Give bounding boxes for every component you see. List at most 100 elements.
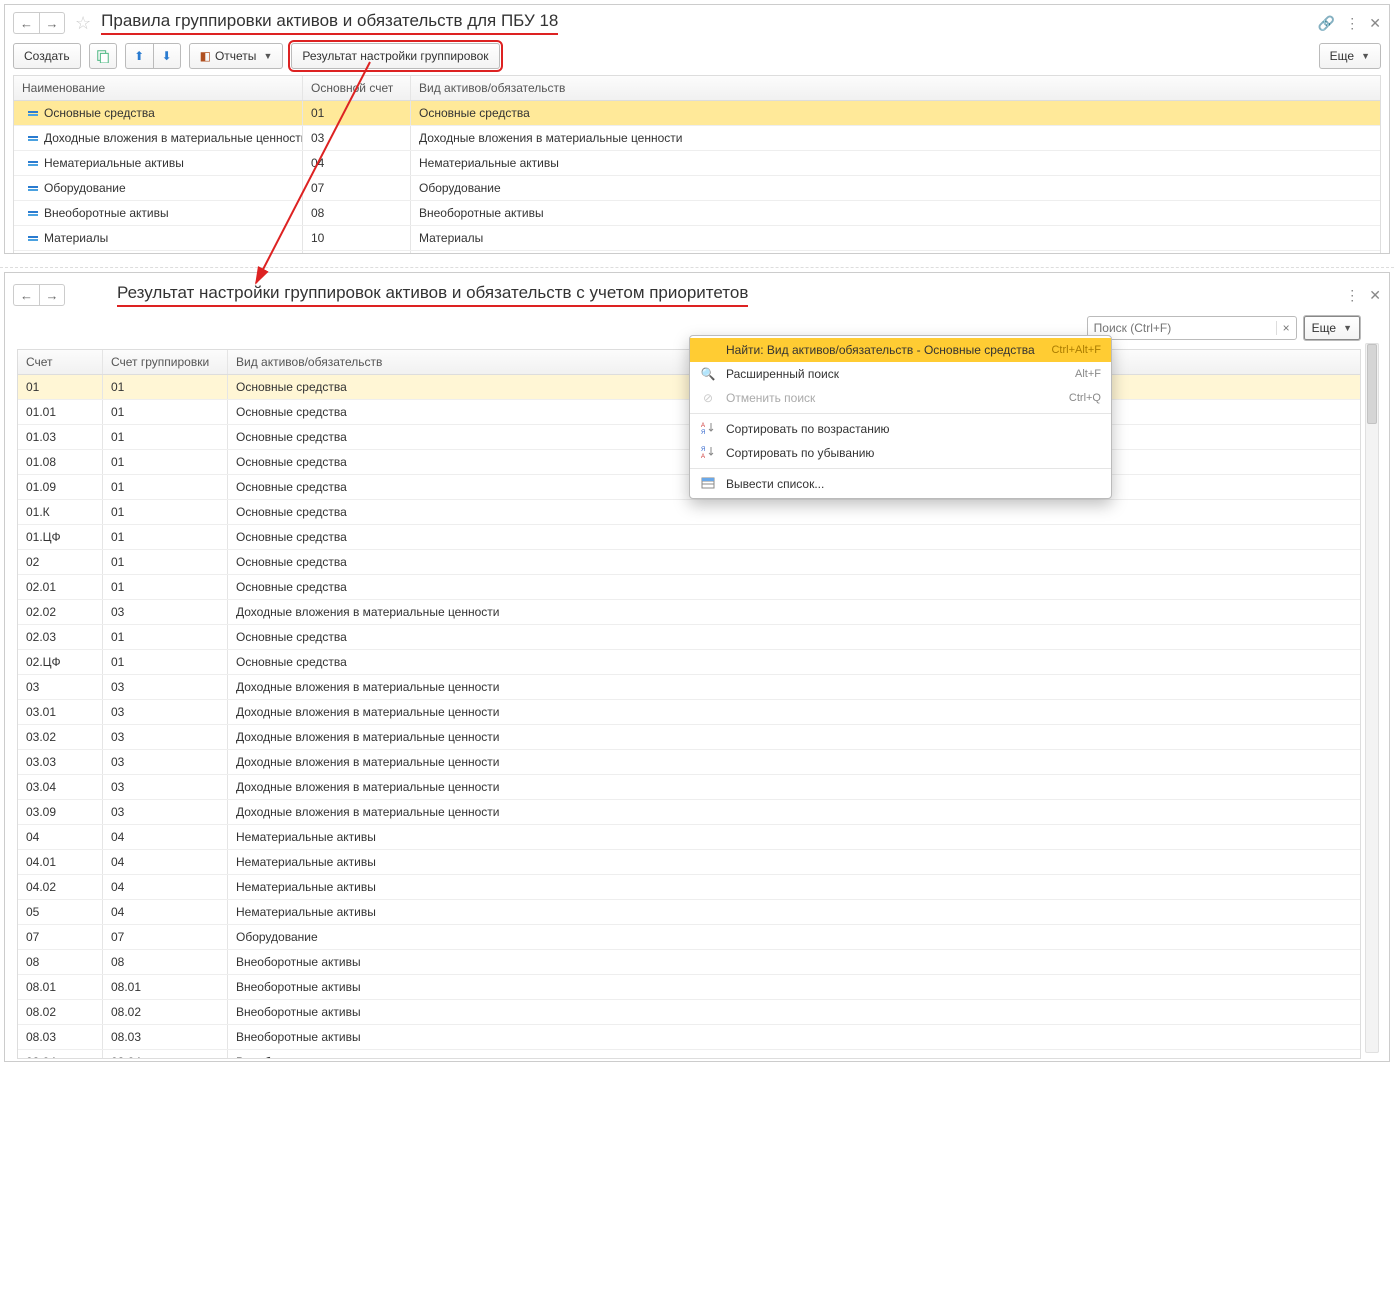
svg-text:А: А (701, 454, 705, 459)
table-row[interactable]: Материалы15.01Материалы (14, 251, 1380, 254)
table-row[interactable]: Внеоборотные активы08Внеоборотные активы (14, 201, 1380, 226)
col-type[interactable]: Вид активов/обязательств (411, 76, 1380, 100)
table-row[interactable]: 02.0203Доходные вложения в материальные … (18, 600, 1360, 625)
table-row[interactable]: 08.0408.04Внеоборотные активы (18, 1050, 1360, 1059)
cell-group: 01 (103, 400, 228, 424)
kebab-menu-icon[interactable]: ⋮ (1345, 287, 1359, 304)
table-row[interactable]: 01.ЦФ01Основные средства (18, 525, 1360, 550)
table-row[interactable]: 08.0308.03Внеоборотные активы (18, 1025, 1360, 1050)
col-name[interactable]: Наименование (14, 76, 303, 100)
table-row[interactable]: 02.0301Основные средства (18, 625, 1360, 650)
table-row[interactable]: Материалы10Материалы (14, 226, 1380, 251)
cell-account: 15.01 (303, 251, 411, 254)
menu-export-list[interactable]: Вывести список... (690, 472, 1111, 496)
cell-name: Материалы (44, 231, 108, 245)
menu-sort-desc[interactable]: ЯА Сортировать по убыванию (690, 441, 1111, 465)
col-account[interactable]: Основной счет (303, 76, 411, 100)
cell-type: Доходные вложения в материальные ценност… (228, 675, 1360, 699)
search-input[interactable] (1088, 321, 1276, 335)
cell-type: Внеоборотные активы (228, 1025, 1360, 1049)
col-group-account[interactable]: Счет группировки (103, 350, 228, 374)
cell-type: Оборудование (228, 925, 1360, 949)
link-icon[interactable]: 🔗 (1318, 15, 1335, 32)
forward-button[interactable]: → (39, 12, 65, 34)
table-row[interactable]: 02.ЦФ01Основные средства (18, 650, 1360, 675)
more-button[interactable]: Еще▼ (1303, 315, 1361, 341)
close-icon[interactable]: ✕ (1369, 287, 1381, 304)
table-row[interactable]: 04.0204Нематериальные активы (18, 875, 1360, 900)
move-up-button[interactable]: ⬆ (125, 43, 153, 69)
menu-cancel-search[interactable]: ⊘ Отменить поиск Ctrl+Q (690, 386, 1111, 410)
cell-account: 01.ЦФ (18, 525, 103, 549)
cell-type: Доходные вложения в материальные ценност… (228, 800, 1360, 824)
cell-name: Нематериальные активы (44, 156, 184, 170)
cell-account: 03.01 (18, 700, 103, 724)
table-row[interactable]: 03.0103Доходные вложения в материальные … (18, 700, 1360, 725)
table-row[interactable]: 03.0403Доходные вложения в материальные … (18, 775, 1360, 800)
table-row[interactable]: 0303Доходные вложения в материальные цен… (18, 675, 1360, 700)
table-row[interactable]: Нематериальные активы04Нематериальные ак… (14, 151, 1380, 176)
cell-account: 03 (18, 675, 103, 699)
table-row[interactable]: 0201Основные средства (18, 550, 1360, 575)
cell-account: 02.03 (18, 625, 103, 649)
search-plus-icon: 🔍 (700, 367, 716, 381)
grouping-rules-window: ← → ☆ Правила группировки активов и обяз… (4, 4, 1390, 254)
table-row[interactable]: 03.0903Доходные вложения в материальные … (18, 800, 1360, 825)
cell-account: 07 (18, 925, 103, 949)
table-row[interactable]: 01.К01Основные средства (18, 500, 1360, 525)
cell-type: Основные средства (228, 650, 1360, 674)
search-clear-icon[interactable]: × (1276, 321, 1296, 335)
cell-account: 01.01 (18, 400, 103, 424)
cell-account: 03.04 (18, 775, 103, 799)
table-row[interactable]: 03.0303Доходные вложения в материальные … (18, 750, 1360, 775)
table-row[interactable]: 0808Внеоборотные активы (18, 950, 1360, 975)
kebab-menu-icon[interactable]: ⋮ (1345, 15, 1359, 32)
table-row[interactable]: Доходные вложения в материальные ценност… (14, 126, 1380, 151)
copy-button[interactable] (89, 43, 117, 69)
back-button[interactable]: ← (13, 284, 39, 306)
cell-group: 03 (103, 700, 228, 724)
cell-type: Внеоборотные активы (228, 1050, 1360, 1059)
move-buttons: ⬆ ⬇ (125, 43, 181, 69)
cell-type: Нематериальные активы (228, 900, 1360, 924)
table-row[interactable]: 0707Оборудование (18, 925, 1360, 950)
cell-group: 08.01 (103, 975, 228, 999)
table-row[interactable]: 08.0208.02Внеоборотные активы (18, 1000, 1360, 1025)
more-button[interactable]: Еще▼ (1319, 43, 1381, 69)
table-row[interactable]: 04.0104Нематериальные активы (18, 850, 1360, 875)
table-row[interactable]: 0404Нематериальные активы (18, 825, 1360, 850)
scrollbar-thumb[interactable] (1367, 344, 1377, 424)
close-icon[interactable]: ✕ (1369, 15, 1381, 32)
cell-account: 01.03 (18, 425, 103, 449)
table-row[interactable]: 02.0101Основные средства (18, 575, 1360, 600)
cell-type: Основные средства (228, 625, 1360, 649)
cell-group: 07 (103, 925, 228, 949)
cell-group: 08.02 (103, 1000, 228, 1024)
move-down-button[interactable]: ⬇ (153, 43, 181, 69)
col-account[interactable]: Счет (18, 350, 103, 374)
grouping-result-button[interactable]: Результат настройки группировок (291, 43, 499, 69)
cell-type: Нематериальные активы (228, 850, 1360, 874)
table-row[interactable]: 08.0108.01Внеоборотные активы (18, 975, 1360, 1000)
menu-find-current[interactable]: Найти: Вид активов/обязательств - Основн… (690, 338, 1111, 362)
table-row[interactable]: Основные средства01Основные средства (14, 101, 1380, 126)
vertical-scrollbar[interactable] (1365, 343, 1379, 1053)
table-row[interactable]: 03.0203Доходные вложения в материальные … (18, 725, 1360, 750)
cell-group: 03 (103, 600, 228, 624)
cell-type: Основные средства (228, 550, 1360, 574)
table-row[interactable]: Оборудование07Оборудование (14, 176, 1380, 201)
cell-account: 04.01 (18, 850, 103, 874)
nav-buttons: ← → (13, 12, 65, 34)
favorite-star-icon[interactable]: ☆ (75, 13, 91, 34)
cell-group: 01 (103, 575, 228, 599)
reports-button[interactable]: Отчеты▼ (189, 43, 284, 69)
back-button[interactable]: ← (13, 12, 39, 34)
search-box[interactable]: × (1087, 316, 1297, 340)
context-menu: Найти: Вид активов/обязательств - Основн… (689, 335, 1112, 499)
create-button[interactable]: Создать (13, 43, 81, 69)
table-row[interactable]: 0504Нематериальные активы (18, 900, 1360, 925)
menu-advanced-search[interactable]: 🔍 Расширенный поиск Alt+F (690, 362, 1111, 386)
menu-sort-asc[interactable]: АЯ Сортировать по возрастанию (690, 417, 1111, 441)
forward-button[interactable]: → (39, 284, 65, 306)
cell-group: 01 (103, 450, 228, 474)
